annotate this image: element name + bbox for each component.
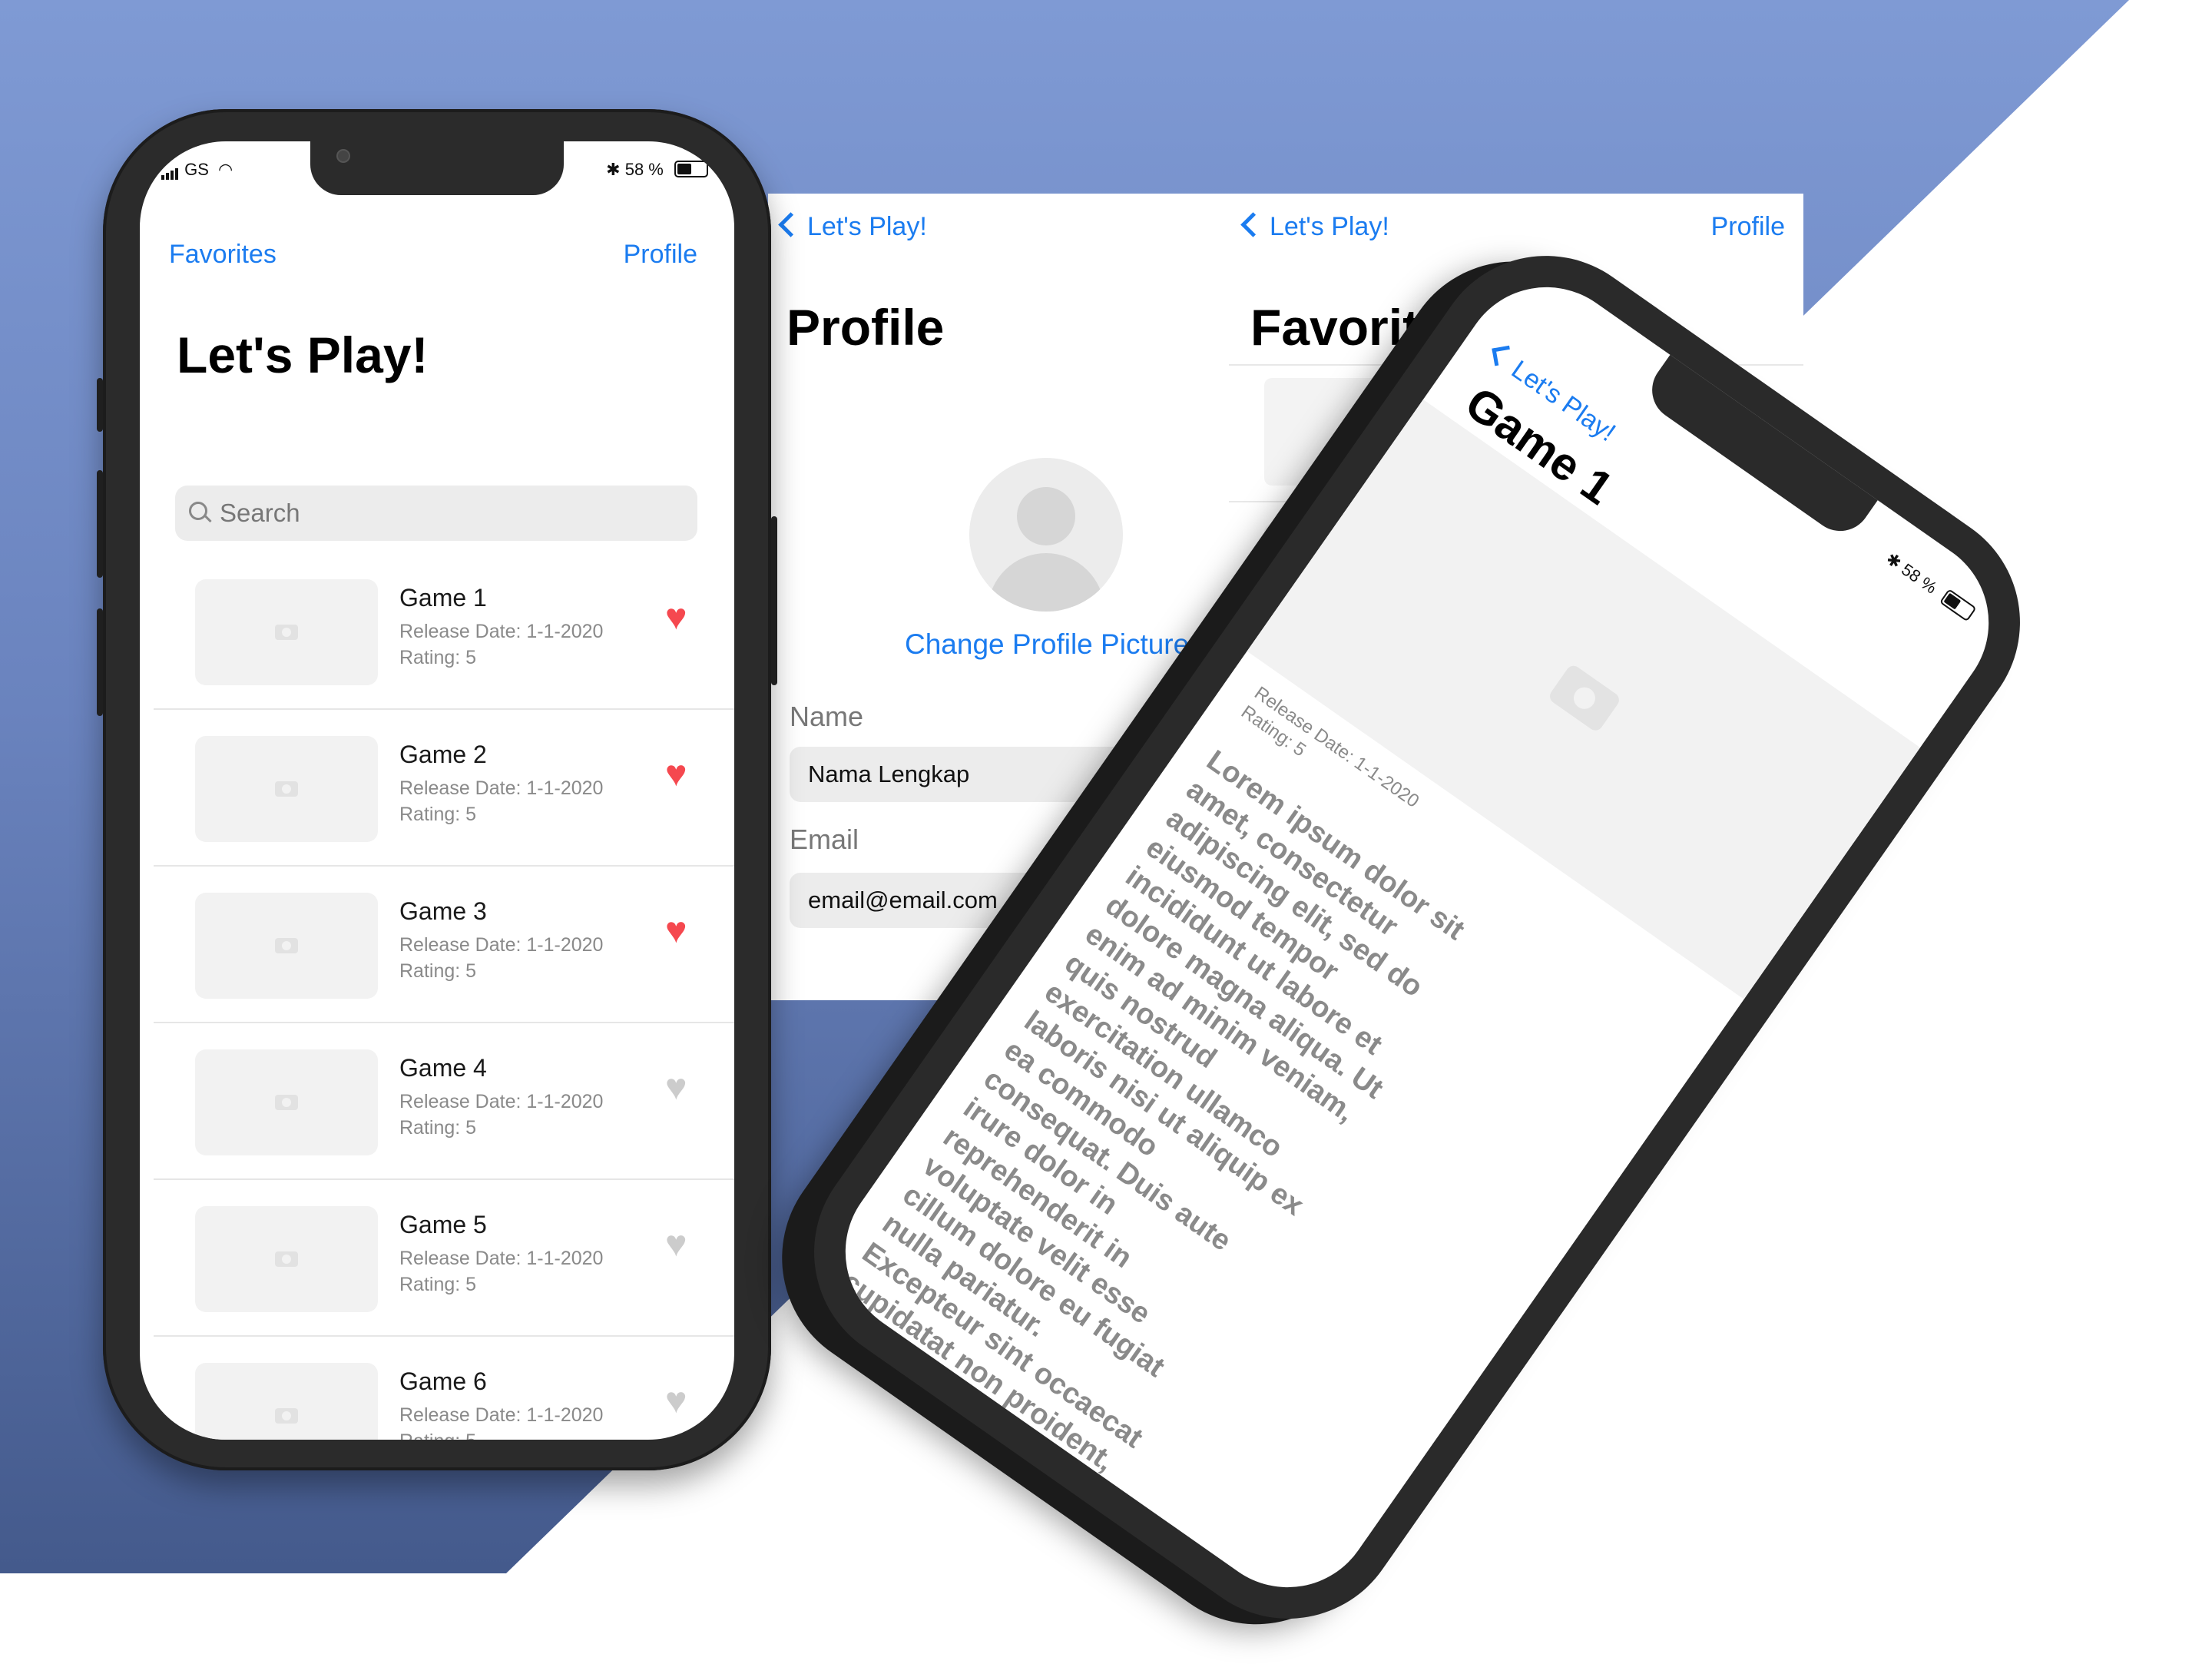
game-thumbnail <box>195 1363 378 1440</box>
front-camera-icon <box>336 149 350 163</box>
camera-icon <box>275 1408 298 1424</box>
status-right: ✱ 58 % <box>606 160 708 180</box>
bluetooth-icon: ✱ <box>606 160 621 179</box>
table-row[interactable]: Game 3 Release Date: 1-1-2020 Rating: 5 ♥ <box>154 879 734 1023</box>
status-left: GS ◠ <box>161 160 233 180</box>
email-label: Email <box>790 824 859 855</box>
camera-icon <box>275 1251 298 1267</box>
change-profile-picture-button[interactable]: Change Profile Picture <box>905 628 1189 661</box>
table-row[interactable]: Game 5 Release Date: 1-1-2020 Rating: 5 ♥ <box>154 1192 734 1337</box>
profile-nav-button[interactable]: Profile <box>1711 212 1785 242</box>
table-row[interactable]: Game 6 Release Date: 1-1-2020 Rating: 5 ♥ <box>154 1349 734 1440</box>
rating: Rating: 5 <box>399 647 477 668</box>
favorite-heart-icon[interactable]: ♥ <box>665 599 687 636</box>
favorite-heart-icon[interactable]: ♥ <box>665 756 687 793</box>
release-date: Release Date: 1-1-2020 <box>399 934 604 956</box>
favorite-heart-icon[interactable]: ♥ <box>665 1226 687 1263</box>
camera-icon <box>275 781 298 797</box>
camera-icon <box>275 938 298 953</box>
rating: Rating: 5 <box>399 1117 477 1139</box>
chevron-left-icon <box>778 212 803 237</box>
back-button[interactable]: Let's Play! <box>778 212 927 242</box>
divider <box>154 1335 734 1337</box>
phone-home: GS ◠ ✱ 58 % Favorites Profile Let's Play… <box>97 109 777 1470</box>
favorite-heart-icon[interactable]: ♥ <box>665 1069 687 1106</box>
rating: Rating: 5 <box>399 1274 477 1295</box>
game-thumbnail <box>195 893 378 999</box>
game-thumbnail <box>195 579 378 685</box>
search-input[interactable]: Search <box>175 486 697 541</box>
favorite-heart-icon[interactable]: ♥ <box>665 1383 687 1420</box>
camera-icon <box>275 1095 298 1110</box>
volume-down-button <box>97 608 103 716</box>
battery-icon <box>1939 588 1977 622</box>
avatar-head <box>1017 487 1075 545</box>
mute-switch <box>97 378 103 432</box>
game-thumbnail <box>195 1206 378 1312</box>
carrier-label: GS <box>184 160 209 179</box>
search-placeholder: Search <box>220 499 300 527</box>
avatar-placeholder-icon[interactable] <box>969 458 1123 612</box>
home-screen: GS ◠ ✱ 58 % Favorites Profile Let's Play… <box>140 141 734 1440</box>
camera-icon <box>1547 662 1622 734</box>
name-label: Name <box>790 701 864 732</box>
camera-icon <box>275 625 298 640</box>
release-date: Release Date: 1-1-2020 <box>399 621 604 642</box>
table-row[interactable]: Game 1 Release Date: 1-1-2020 Rating: 5 ♥ <box>154 565 734 710</box>
power-button <box>771 516 777 685</box>
game-thumbnail <box>195 1049 378 1155</box>
table-row[interactable]: Game 2 Release Date: 1-1-2020 Rating: 5 ♥ <box>154 722 734 867</box>
favorite-heart-icon[interactable]: ♥ <box>665 913 687 950</box>
rating: Rating: 5 <box>399 960 477 982</box>
back-button[interactable]: Let's Play! <box>1240 212 1389 242</box>
rating: Rating: 5 <box>399 1430 476 1440</box>
battery-label: 58 % <box>624 160 664 179</box>
battery-label: 58 % <box>1898 559 1941 598</box>
rating: Rating: 5 <box>399 804 477 825</box>
game-name: Game 6 <box>399 1367 487 1395</box>
game-name: Game 1 <box>399 584 487 612</box>
game-name: Game 2 <box>399 741 487 768</box>
release-date: Release Date: 1-1-2020 <box>399 1091 604 1112</box>
signal-icon <box>161 160 180 180</box>
divider <box>154 1022 734 1023</box>
release-date: Release Date: 1-1-2020 <box>399 1404 604 1426</box>
chevron-left-icon <box>1492 345 1512 366</box>
profile-nav-button[interactable]: Profile <box>624 240 697 270</box>
game-name: Game 4 <box>399 1054 487 1082</box>
wifi-icon: ◠ <box>218 160 233 179</box>
back-label: Let's Play! <box>1270 212 1389 241</box>
avatar-shoulders <box>988 553 1104 612</box>
notch <box>310 141 564 195</box>
chevron-left-icon <box>1240 212 1266 237</box>
game-name: Game 3 <box>399 897 487 925</box>
back-label: Let's Play! <box>807 212 927 241</box>
game-thumbnail <box>195 736 378 842</box>
favorites-nav-button[interactable]: Favorites <box>169 240 276 270</box>
divider <box>154 865 734 867</box>
release-date: Release Date: 1-1-2020 <box>399 1248 604 1269</box>
page-title: Profile <box>786 299 945 356</box>
battery-icon <box>674 161 708 177</box>
release-date: Release Date: 1-1-2020 <box>399 777 604 799</box>
page-title: Let's Play! <box>177 327 429 383</box>
divider <box>154 1178 734 1180</box>
table-row[interactable]: Game 4 Release Date: 1-1-2020 Rating: 5 ♥ <box>154 1036 734 1180</box>
game-name: Game 5 <box>399 1211 487 1238</box>
divider <box>154 708 734 710</box>
search-icon <box>189 502 207 520</box>
volume-up-button <box>97 470 103 578</box>
